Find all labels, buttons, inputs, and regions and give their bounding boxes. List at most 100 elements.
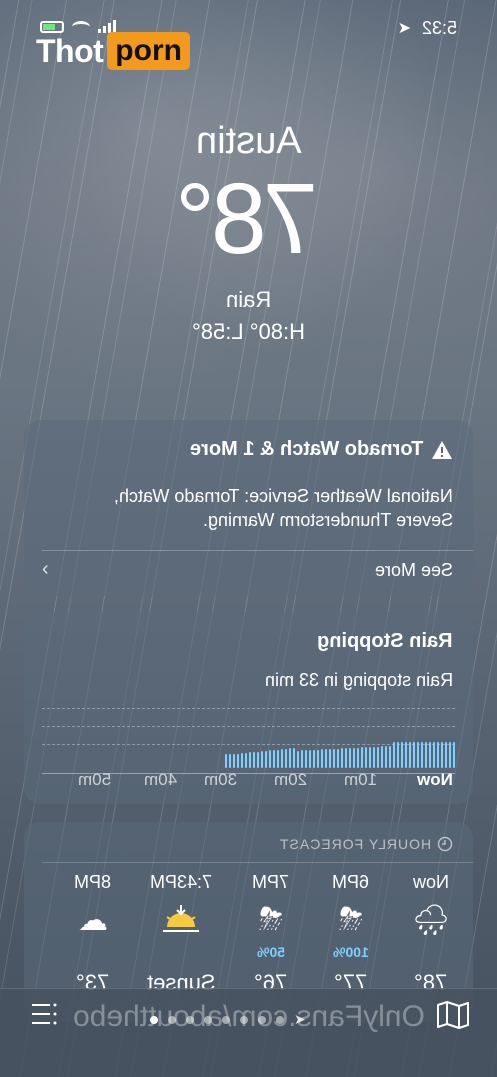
precip-bar xyxy=(349,748,351,768)
high-low-temperature: H:80° L:58° xyxy=(192,319,305,344)
precip-bar xyxy=(245,752,247,768)
precip-bar xyxy=(341,748,343,768)
battery-icon xyxy=(40,20,64,33)
precip-bar xyxy=(345,748,347,768)
precip-bar xyxy=(389,746,391,768)
precip-bar xyxy=(265,750,267,768)
precip-bar xyxy=(441,742,443,768)
partly-cloudy-night-icon: ☁ xyxy=(78,903,108,937)
precip-bar xyxy=(261,751,263,768)
tick-label: Now xyxy=(417,770,453,789)
precipitation-card[interactable]: Rain Stopping Rain stopping in 33 min No… xyxy=(24,612,473,804)
precip-bar xyxy=(425,742,427,768)
precip-bar xyxy=(269,750,271,768)
hourly-precip xyxy=(391,944,471,964)
hourly-header-label: HOURLY FORECAST xyxy=(278,836,431,852)
warning-icon xyxy=(432,440,452,459)
hourly-precip: 50% xyxy=(256,944,286,960)
precip-bar xyxy=(325,749,327,768)
hourly-precip: 100% xyxy=(333,944,369,960)
precip-bar xyxy=(409,742,411,768)
alert-body-line: National Weather Service: Tornado Watch, xyxy=(114,486,453,506)
hourly-time: Now xyxy=(412,872,449,892)
precip-bar xyxy=(353,747,355,768)
precip-bar xyxy=(445,742,447,768)
precip-bar xyxy=(381,746,383,768)
precip-bar xyxy=(289,748,291,768)
precip-title: Rain Stopping xyxy=(317,630,453,652)
precip-bar xyxy=(361,747,363,768)
precip-bar xyxy=(333,748,335,768)
watermark-logo: Thot porn xyxy=(36,32,190,70)
precip-bar xyxy=(317,749,319,768)
status-time: 5:32 xyxy=(421,18,457,38)
precip-chart xyxy=(42,708,455,774)
precip-bar xyxy=(237,753,239,768)
precip-bar xyxy=(309,750,311,768)
watermark-text: OnlyFans.com/aboutthebo xyxy=(0,1000,497,1034)
precip-bar xyxy=(377,746,379,768)
precip-bar xyxy=(281,749,283,768)
tick-label: 40m xyxy=(143,770,177,789)
precip-bar xyxy=(337,748,339,768)
hourly-time: 7PM xyxy=(252,872,290,892)
precip-bar xyxy=(285,748,287,768)
precip-bar xyxy=(293,748,295,768)
precip-bar xyxy=(417,742,419,768)
thunderstorm-icon: ⛈ xyxy=(259,903,283,936)
city-name: Austin xyxy=(195,120,302,162)
precip-bar xyxy=(257,751,259,768)
precip-bar xyxy=(321,749,323,768)
hourly-item: 7PM ⛈ 50% 76° xyxy=(231,872,311,996)
precip-bar xyxy=(373,746,375,768)
hourly-time: 6PM xyxy=(332,872,370,892)
precip-bar xyxy=(413,742,415,768)
precip-bar xyxy=(229,754,231,768)
hourly-header: HOURLY FORECAST xyxy=(279,836,453,852)
severe-weather-alert-card[interactable]: Tornado Watch & 1 More National Weather … xyxy=(24,420,473,596)
precip-bars xyxy=(42,712,455,768)
precip-bar xyxy=(273,750,275,768)
location-arrow-icon: ➤ xyxy=(397,20,411,37)
logo-part1: Thot xyxy=(36,32,104,69)
precip-bar xyxy=(253,752,255,768)
current-condition: Rain xyxy=(225,287,272,312)
precip-bar xyxy=(393,742,395,768)
current-weather-header: Austin 78° Rain H:80° L:58° xyxy=(0,120,497,345)
hourly-time: 8PM xyxy=(74,872,112,892)
watermark-label: OnlyFans.com/aboutthebo xyxy=(72,1000,425,1033)
alert-body: National Weather Service: Tornado Watch,… xyxy=(42,484,453,532)
hourly-item: 8PM ☁ 73° xyxy=(53,872,133,996)
tick-label: 30m xyxy=(203,770,237,789)
hourly-item: 7:43PM Sunset xyxy=(133,872,229,996)
alert-body-line: Severe Thunderstorm Warning. xyxy=(202,510,453,530)
precip-bar xyxy=(421,742,423,768)
hourly-precip xyxy=(53,944,133,964)
tick-label: 10m xyxy=(343,770,377,789)
sunset-icon xyxy=(133,896,229,944)
precip-bar xyxy=(401,742,403,768)
divider xyxy=(42,550,473,551)
precip-bar xyxy=(249,752,251,768)
precip-bar xyxy=(301,750,303,768)
clock-icon xyxy=(437,836,453,852)
precip-bar xyxy=(357,747,359,768)
precip-subtitle: Rain stopping in 33 min xyxy=(264,670,453,690)
precip-bar xyxy=(233,754,235,768)
precip-bar xyxy=(385,746,387,768)
hourly-precip xyxy=(133,944,229,964)
rain-cloud-icon: 🌧 xyxy=(411,903,451,937)
logo-part2: porn xyxy=(107,32,190,70)
precip-bar xyxy=(453,742,455,768)
tick-label: 50m xyxy=(77,770,111,789)
tick-label: 20m xyxy=(273,770,307,789)
precip-bar xyxy=(433,742,435,768)
precip-bar xyxy=(313,749,315,768)
precip-bar xyxy=(429,742,431,768)
precip-bar xyxy=(241,753,243,768)
precip-bar xyxy=(437,742,439,768)
see-more-link[interactable]: See More xyxy=(375,560,453,581)
precip-bar xyxy=(449,742,451,768)
chevron-left-icon[interactable]: ‹ xyxy=(42,558,49,581)
hourly-item: Now 🌧 78° xyxy=(391,872,471,996)
